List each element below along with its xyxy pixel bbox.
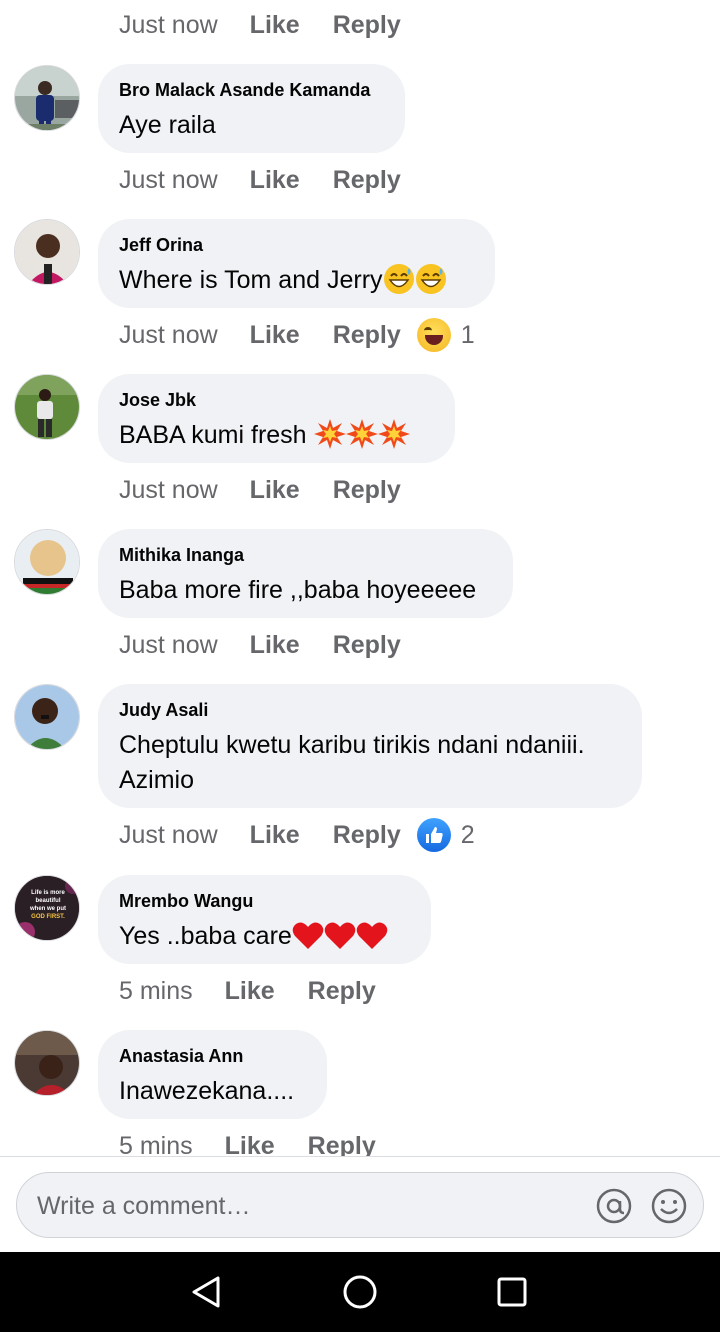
comment-feed[interactable]: Just now Like Reply Bro Malack Asande Ka…: [0, 0, 720, 1156]
comment-text-row: BABA kumi fresh: [119, 418, 433, 453]
avatar-text: Life is more: [31, 890, 65, 896]
comment-composer-bar: [0, 1156, 720, 1252]
comment-input[interactable]: [35, 1185, 579, 1227]
avatar[interactable]: [14, 1030, 80, 1096]
comment-time[interactable]: Just now: [119, 321, 218, 350]
recents-square-icon[interactable]: [492, 1272, 532, 1312]
comment-actions: 5 mins Like Reply: [119, 1128, 376, 1157]
comment-time[interactable]: Just now: [119, 476, 218, 505]
reply-button[interactable]: Reply: [333, 631, 401, 660]
comment-time[interactable]: 5 mins: [119, 977, 193, 1006]
collision-emoji-icon: [345, 419, 378, 449]
laughing-emoji-icon: [416, 318, 451, 352]
like-button[interactable]: Like: [250, 11, 300, 40]
at-sign-icon[interactable]: [595, 1187, 633, 1225]
red-heart-emoji-icon: [324, 922, 356, 949]
comment-text: Inawezekana....: [119, 1077, 295, 1105]
comment-bubble[interactable]: Jeff Orina Where is Tom and Jerry: [98, 219, 495, 308]
reply-button[interactable]: Reply: [333, 321, 401, 350]
avatar[interactable]: Life is more beautiful when we put GOD F…: [14, 875, 80, 941]
like-button[interactable]: Like: [225, 977, 275, 1006]
red-heart-emoji-icon: [292, 922, 324, 949]
reply-button[interactable]: Reply: [308, 1132, 376, 1157]
avatar[interactable]: [14, 374, 80, 440]
reply-button[interactable]: Reply: [333, 166, 401, 195]
collision-emoji-icon: [313, 419, 346, 449]
commenter-name[interactable]: Bro Malack Asande Kamanda: [119, 78, 383, 102]
reaction-count: 2: [460, 820, 475, 849]
comment-actions: Just now Like Reply: [119, 627, 401, 663]
back-triangle-icon[interactable]: [186, 1272, 226, 1312]
comment-text-row: Yes ..baba care: [119, 919, 409, 954]
smiley-icon[interactable]: [650, 1187, 688, 1225]
commenter-name[interactable]: Jose Jbk: [119, 388, 433, 412]
avatar[interactable]: [14, 219, 80, 285]
commenter-name[interactable]: Judy Asali: [119, 698, 620, 722]
comment-text: Yes ..baba care: [119, 922, 292, 950]
comment-bubble[interactable]: Judy Asali Cheptulu kwetu karibu tirikis…: [98, 684, 642, 808]
comment-actions: Just now Like Reply: [119, 162, 401, 198]
reaction-summary[interactable]: 2: [416, 818, 475, 852]
avatar-text: when we put: [29, 906, 66, 912]
comment-bubble[interactable]: Mithika Inanga Baba more fire ,,baba hoy…: [98, 529, 513, 618]
avatar-text: GOD FIRST.: [31, 914, 65, 920]
comment-text: Baba more fire ,,baba hoyeeeee: [119, 576, 477, 604]
commenter-name[interactable]: Mithika Inanga: [119, 543, 491, 567]
comment-actions: Just now Like Reply: [119, 7, 401, 43]
comment-time[interactable]: Just now: [119, 821, 218, 850]
like-button[interactable]: Like: [250, 476, 300, 505]
comment-text: Where is Tom and Jerry: [119, 266, 383, 294]
comment-text-line2: Azimio: [119, 766, 195, 794]
like-button[interactable]: Like: [250, 166, 300, 195]
comment-actions: Just now Like Reply: [119, 472, 401, 508]
reply-button[interactable]: Reply: [333, 821, 401, 850]
comment-composer[interactable]: [16, 1172, 704, 1238]
commenter-name[interactable]: Anastasia Ann: [119, 1044, 305, 1068]
like-button[interactable]: Like: [250, 321, 300, 350]
comment-time[interactable]: Just now: [119, 166, 218, 195]
system-navigation-bar: [0, 1252, 720, 1332]
comment-actions: 5 mins Like Reply: [119, 973, 376, 1009]
comment-text: Cheptulu kwetu karibu tirikis ndani ndan…: [119, 731, 585, 759]
grinning-sweat-emoji-icon: [415, 264, 446, 294]
comment-bubble[interactable]: Jose Jbk BABA kumi fresh: [98, 374, 455, 463]
comment-text: BABA kumi fresh: [119, 421, 307, 449]
reply-button[interactable]: Reply: [333, 476, 401, 505]
avatar[interactable]: [14, 65, 80, 131]
commenter-name[interactable]: Jeff Orina: [119, 233, 473, 257]
like-button[interactable]: Like: [225, 1132, 275, 1157]
comment-actions: Just now Like Reply 2: [119, 817, 475, 853]
thumbs-up-emoji-icon: [416, 818, 451, 852]
comment-bubble[interactable]: Bro Malack Asande Kamanda Aye raila: [98, 64, 405, 153]
comment-bubble[interactable]: Mrembo Wangu Yes ..baba care: [98, 875, 431, 964]
reaction-summary[interactable]: 1: [416, 318, 475, 352]
commenter-name[interactable]: Mrembo Wangu: [119, 889, 409, 913]
comment-time[interactable]: Just now: [119, 631, 218, 660]
avatar[interactable]: [14, 684, 80, 750]
avatar[interactable]: [14, 529, 80, 595]
home-circle-icon[interactable]: [340, 1272, 380, 1312]
reply-button[interactable]: Reply: [308, 977, 376, 1006]
comment-actions: Just now Like Reply 1: [119, 317, 475, 353]
avatar-text: beautiful: [36, 898, 61, 904]
like-button[interactable]: Like: [250, 631, 300, 660]
comment-time[interactable]: Just now: [119, 11, 218, 40]
like-button[interactable]: Like: [250, 821, 300, 850]
comment-time[interactable]: 5 mins: [119, 1132, 193, 1157]
comment-bubble[interactable]: Anastasia Ann Inawezekana....: [98, 1030, 327, 1119]
collision-emoji-icon: [377, 419, 410, 449]
reaction-count: 1: [460, 320, 475, 349]
comment-text-row: Where is Tom and Jerry: [119, 263, 473, 298]
reply-button[interactable]: Reply: [333, 11, 401, 40]
red-heart-emoji-icon: [356, 922, 388, 949]
comment-text: Aye raila: [119, 111, 216, 139]
grinning-sweat-emoji-icon: [383, 264, 414, 294]
